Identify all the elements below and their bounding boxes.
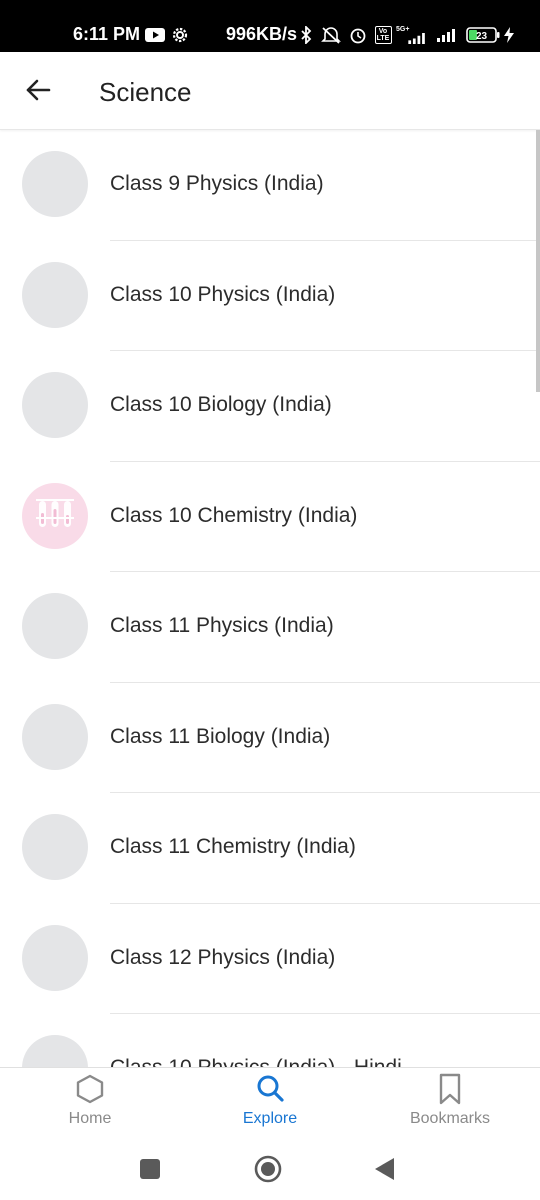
list-item-label: Class 12 Physics (India)	[110, 945, 336, 969]
svg-text:23: 23	[476, 31, 488, 42]
home-button[interactable]	[251, 1154, 285, 1188]
placeholder-avatar	[22, 151, 88, 217]
status-bar: 6:11 PM 996KB/s Vo LTE 5G+ 23	[0, 0, 540, 52]
bluetooth-icon	[298, 26, 314, 44]
test-tubes-icon	[22, 482, 88, 549]
list-item[interactable]: Class 11 Chemistry (India)	[0, 793, 540, 904]
youtube-icon	[145, 26, 165, 44]
back-button[interactable]	[18, 72, 58, 112]
list-item-label: Class 9 Physics (India)	[110, 172, 324, 195]
nav-home[interactable]: Home	[0, 1068, 180, 1143]
home-circle-icon	[254, 1155, 282, 1188]
alarm-icon	[348, 26, 368, 44]
hexagon-icon	[75, 1073, 105, 1105]
signal-icon: 5G+	[396, 26, 430, 44]
page-title: Science	[99, 77, 192, 107]
list-item[interactable]: Class 10 Chemistry (India)	[0, 462, 540, 572]
topic-list[interactable]: Class 9 Physics (India) Class 10 Physics…	[0, 130, 540, 1067]
list-item-label: Class 10 Chemistry (India)	[110, 503, 358, 527]
back-button-system[interactable]	[368, 1154, 402, 1188]
list-item[interactable]: Class 10 Physics (India) - Hindi	[0, 1014, 540, 1067]
system-nav-bar	[0, 1142, 540, 1200]
nav-explore[interactable]: Explore	[180, 1068, 360, 1143]
placeholder-avatar	[22, 924, 88, 991]
status-time: 6:11 PM	[73, 24, 141, 44]
mute-icon	[320, 26, 342, 44]
placeholder-avatar	[22, 814, 88, 880]
placeholder-avatar	[22, 1035, 88, 1067]
network-speed: 996KB/s	[226, 24, 298, 44]
list-item-label: Class 10 Physics (India)	[110, 282, 336, 306]
scrollbar-thumb[interactable]	[536, 130, 540, 392]
settings-gear-icon	[170, 26, 190, 44]
list-item[interactable]: Class 10 Biology (India)	[0, 351, 540, 462]
back-triangle-icon	[374, 1157, 396, 1186]
list-item[interactable]: Class 10 Physics (India)	[0, 241, 540, 351]
placeholder-avatar	[22, 703, 88, 770]
placeholder-avatar	[22, 261, 88, 328]
arrow-left-icon	[25, 79, 51, 106]
signal-icon-2	[436, 26, 460, 44]
placeholder-avatar	[22, 372, 88, 438]
list-item[interactable]: Class 9 Physics (India)	[0, 130, 540, 241]
bookmark-icon	[435, 1073, 465, 1105]
nav-bookmarks[interactable]: Bookmarks	[360, 1068, 540, 1143]
list-item[interactable]: Class 12 Physics (India)	[0, 904, 540, 1014]
bottom-nav: Home Explore Bookmarks	[0, 1067, 540, 1142]
recents-button[interactable]	[133, 1154, 167, 1188]
charging-icon	[503, 26, 515, 44]
list-item[interactable]: Class 11 Biology (India)	[0, 683, 540, 793]
nav-bookmarks-label: Bookmarks	[409, 1110, 491, 1127]
list-item-label: Class 11 Chemistry (India)	[110, 835, 356, 858]
volte-icon: Vo LTE	[374, 26, 392, 44]
nav-home-label: Home	[68, 1110, 112, 1127]
app-bar: Science	[0, 52, 540, 130]
list-item-label: Class 10 Biology (India)	[110, 393, 332, 416]
search-icon	[255, 1073, 285, 1105]
list-item-label: Class 11 Physics (India)	[110, 614, 334, 637]
recents-square-icon	[139, 1158, 161, 1185]
list-item[interactable]: Class 11 Physics (India)	[0, 572, 540, 683]
nav-explore-label: Explore	[242, 1110, 298, 1127]
list-item-label: Class 11 Biology (India)	[110, 724, 331, 748]
list-item-label: Class 10 Physics (India) - Hindi	[110, 1056, 402, 1067]
battery-icon: 23	[466, 26, 500, 44]
placeholder-avatar	[22, 593, 88, 659]
